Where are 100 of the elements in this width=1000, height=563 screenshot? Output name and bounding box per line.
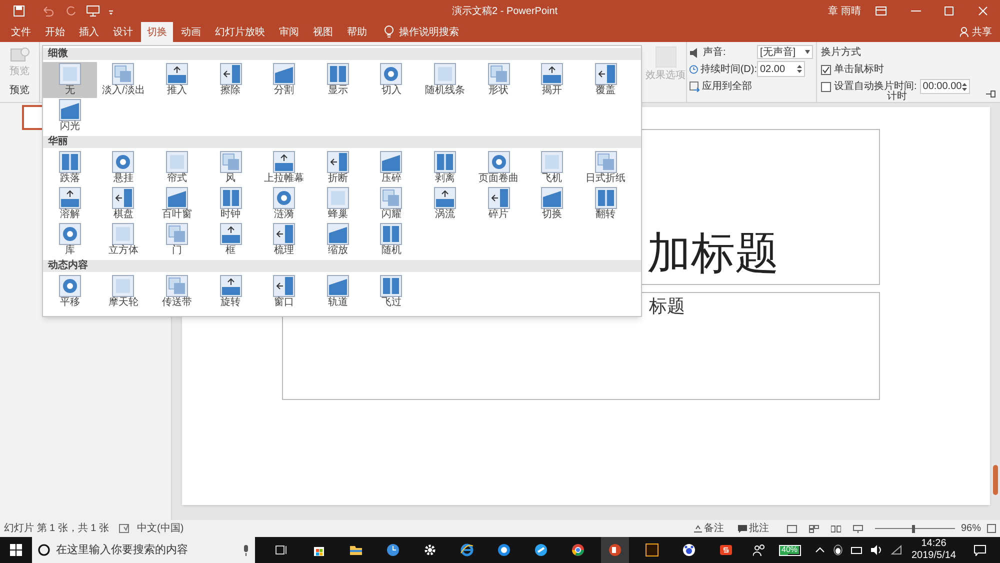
transition-option[interactable]: 无 bbox=[43, 62, 97, 98]
transition-option[interactable]: 立方体 bbox=[96, 222, 150, 258]
notification-icon[interactable] bbox=[974, 544, 986, 556]
fit-slide-icon[interactable] bbox=[987, 524, 996, 533]
folder-icon[interactable] bbox=[349, 543, 363, 557]
transition-option[interactable]: 帘式 bbox=[150, 150, 204, 186]
transition-option[interactable]: 缩放 bbox=[310, 222, 365, 258]
transition-option[interactable]: 页面卷曲 bbox=[472, 150, 526, 186]
ribbon-tab[interactable]: 切换 bbox=[141, 22, 173, 42]
transition-option[interactable]: 跌落 bbox=[43, 150, 97, 186]
ribbon-tab[interactable]: 开始 bbox=[39, 22, 71, 42]
transition-option[interactable]: 分割 bbox=[257, 62, 311, 98]
people-icon[interactable] bbox=[752, 544, 764, 556]
ribbon-tab[interactable]: 设计 bbox=[107, 22, 139, 42]
transition-option[interactable]: 擦除 bbox=[204, 62, 258, 98]
paw-app-icon[interactable] bbox=[682, 543, 696, 557]
transition-option[interactable]: 平移 bbox=[43, 274, 97, 310]
transition-option[interactable]: 梳理 bbox=[257, 222, 311, 258]
transition-option[interactable]: 碎片 bbox=[472, 186, 526, 222]
chevron-up-icon[interactable] bbox=[814, 547, 824, 553]
transition-option[interactable]: 风 bbox=[204, 150, 258, 186]
e-browser-icon[interactable] bbox=[460, 543, 474, 557]
duration-spinner[interactable]: 02.00 bbox=[757, 61, 805, 77]
taskbar-search-field[interactable]: 在这里输入你要搜索的内容 bbox=[32, 537, 255, 563]
transition-option[interactable]: 棋盘 bbox=[96, 186, 150, 222]
transition-option[interactable]: 形状 bbox=[472, 62, 526, 98]
pin-icon[interactable] bbox=[986, 90, 996, 98]
close-icon[interactable] bbox=[978, 6, 988, 16]
transition-option[interactable]: 飞机 bbox=[525, 150, 579, 186]
transition-option[interactable]: 随机线条 bbox=[418, 62, 472, 98]
transition-option[interactable]: 剥离 bbox=[418, 150, 472, 186]
transition-option[interactable]: 随机 bbox=[364, 222, 418, 258]
chrome-icon[interactable] bbox=[571, 543, 585, 557]
undo-icon[interactable] bbox=[41, 5, 55, 17]
transition-option[interactable]: 百叶窗 bbox=[150, 186, 204, 222]
battery-icon[interactable] bbox=[850, 546, 862, 554]
spellcheck-icon[interactable] bbox=[119, 524, 130, 533]
transition-option[interactable]: 揭开 bbox=[525, 62, 579, 98]
reading-view-icon[interactable] bbox=[830, 524, 841, 532]
zoom-slider-thumb[interactable] bbox=[912, 524, 915, 532]
transition-option[interactable]: 翻转 bbox=[578, 186, 633, 222]
checkbox[interactable] bbox=[821, 64, 831, 74]
transition-option[interactable]: 门 bbox=[150, 222, 204, 258]
comments-button[interactable]: 批注 bbox=[738, 521, 769, 536]
transition-option[interactable]: 闪耀 bbox=[364, 186, 418, 222]
transition-option[interactable]: 闪光 bbox=[43, 98, 97, 134]
transition-option[interactable]: 时钟 bbox=[204, 186, 258, 222]
windows-start-icon[interactable] bbox=[10, 544, 22, 556]
transition-option[interactable]: 传送带 bbox=[150, 274, 204, 310]
slideshow-view-icon[interactable] bbox=[852, 524, 863, 532]
transition-option[interactable]: 上拉帷幕 bbox=[257, 150, 311, 186]
transition-option[interactable]: 覆盖 bbox=[578, 62, 633, 98]
transition-option[interactable]: 溶解 bbox=[43, 186, 97, 222]
normal-view-icon[interactable] bbox=[786, 524, 797, 532]
sorter-view-icon[interactable] bbox=[808, 524, 819, 532]
transition-option[interactable]: 库 bbox=[43, 222, 97, 258]
sound-dropdown[interactable]: [无声音] bbox=[757, 45, 813, 59]
ribbon-tab[interactable]: 幻灯片放映 bbox=[209, 22, 271, 42]
transition-option[interactable]: 日式折纸 bbox=[578, 150, 633, 186]
ribbon-tab[interactable]: 插入 bbox=[73, 22, 105, 42]
ribbon-tab[interactable]: 文件 bbox=[5, 22, 37, 42]
maximize-icon[interactable] bbox=[944, 6, 954, 16]
tell-me-search[interactable]: 操作说明搜索 bbox=[394, 22, 464, 42]
transition-option[interactable]: 折断 bbox=[310, 150, 365, 186]
redo-icon[interactable] bbox=[65, 5, 77, 17]
transition-option[interactable]: 旋转 bbox=[204, 274, 258, 310]
transition-option[interactable]: 框 bbox=[204, 222, 258, 258]
clock-time: 14:26 bbox=[921, 538, 946, 550]
notes-button[interactable]: 备注 bbox=[694, 521, 724, 536]
transition-option[interactable]: 压碎 bbox=[364, 150, 418, 186]
transition-icon bbox=[594, 63, 617, 85]
volume-icon[interactable] bbox=[870, 545, 882, 555]
clock-app-icon[interactable] bbox=[386, 543, 400, 557]
transition-icon bbox=[594, 151, 617, 173]
transition-option[interactable]: 悬挂 bbox=[96, 150, 150, 186]
transition-option[interactable]: 蜂巢 bbox=[310, 186, 365, 222]
ribbon-tab[interactable]: 审阅 bbox=[273, 22, 305, 42]
ribbon-display-icon[interactable] bbox=[875, 6, 887, 16]
transition-option[interactable]: 切换 bbox=[525, 186, 579, 222]
task-view-icon[interactable] bbox=[274, 543, 288, 557]
transition-option[interactable]: 推入 bbox=[150, 62, 204, 98]
transition-icon bbox=[326, 63, 349, 85]
transition-option[interactable]: 淡入/淡出 bbox=[96, 62, 150, 98]
presentation-icon[interactable] bbox=[86, 5, 100, 17]
ribbon-tab[interactable]: 动画 bbox=[175, 22, 207, 42]
transition-option[interactable]: 涟漪 bbox=[257, 186, 311, 222]
time-spinner[interactable]: 00:00.00 bbox=[920, 79, 970, 94]
gear-icon[interactable] bbox=[423, 543, 437, 557]
transition-option[interactable]: 显示 bbox=[310, 62, 365, 98]
transition-option[interactable]: 摩天轮 bbox=[96, 274, 150, 310]
s-app-icon[interactable] bbox=[719, 543, 733, 557]
scrollbar-thumb[interactable] bbox=[993, 465, 998, 495]
transition-option[interactable]: 涡流 bbox=[418, 186, 472, 222]
transition-option[interactable]: 切入 bbox=[364, 62, 418, 98]
share-button[interactable]: 共享 bbox=[960, 22, 992, 42]
save-icon[interactable] bbox=[13, 5, 25, 17]
checkbox[interactable] bbox=[821, 82, 831, 92]
ribbon-tab[interactable]: 视图 bbox=[307, 22, 339, 42]
apply-to-all-button[interactable]: 应用到全部 bbox=[689, 79, 757, 94]
ribbon-tab[interactable]: 帮助 bbox=[341, 22, 373, 42]
